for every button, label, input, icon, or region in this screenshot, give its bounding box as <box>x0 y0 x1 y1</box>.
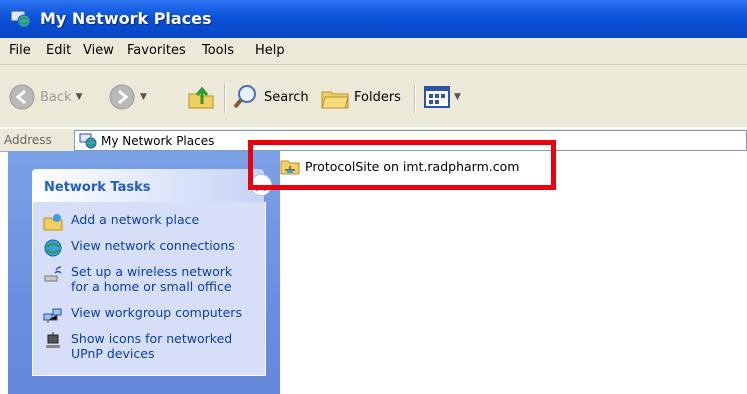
back-button[interactable]: Back ▼ <box>8 81 82 113</box>
network-tasks-list: Add a network place View network connect… <box>32 202 266 376</box>
task-setup-wireless-network[interactable]: Set up a wireless network for a home or … <box>43 264 251 294</box>
menu-bar: File Edit View Favorites Tools Help <box>0 38 747 65</box>
task-view-workgroup-computers[interactable]: View workgroup computers <box>43 305 251 324</box>
back-dropdown-icon[interactable]: ▼ <box>76 92 83 102</box>
up-button[interactable] <box>186 81 216 113</box>
up-folder-icon <box>188 86 214 109</box>
network-places-icon <box>10 9 32 29</box>
network-connections-icon <box>44 239 62 257</box>
toolbar: Back ▼ ▼ Search Folders ▼ <box>0 65 747 127</box>
menu-favorites[interactable]: Favorites <box>127 43 186 58</box>
task-view-network-connections[interactable]: View network connections <box>43 238 251 257</box>
menu-edit[interactable]: Edit <box>46 43 71 58</box>
window-title: My Network Places <box>40 9 212 28</box>
highlight-annotation <box>248 140 556 190</box>
menu-view[interactable]: View <box>83 43 114 58</box>
add-network-place-icon <box>43 214 63 231</box>
views-icon <box>424 86 450 108</box>
workgroup-computers-icon <box>43 308 62 323</box>
search-button[interactable]: Search <box>232 81 309 113</box>
menu-help[interactable]: Help <box>255 43 285 58</box>
task-add-network-place[interactable]: Add a network place <box>43 212 251 231</box>
folders-icon <box>321 91 349 109</box>
address-label: Address <box>4 133 52 147</box>
menu-file[interactable]: File <box>9 43 31 58</box>
forward-dropdown-icon[interactable]: ▼ <box>140 92 147 102</box>
task-show-upnp-icons[interactable]: Show icons for networked UPnP devices <box>43 331 251 361</box>
address-value: My Network Places <box>101 133 215 148</box>
forward-arrow-icon <box>109 84 135 110</box>
network-places-icon <box>79 133 97 148</box>
search-icon <box>233 85 256 109</box>
network-tasks-title: Network Tasks <box>44 180 151 195</box>
forward-button[interactable]: ▼ <box>108 81 147 113</box>
views-button[interactable]: ▼ <box>424 81 461 113</box>
folders-button[interactable]: Folders <box>320 81 401 113</box>
task-pane: Network Tasks ︽ Add a network place View… <box>8 151 280 394</box>
back-arrow-icon <box>9 84 35 110</box>
views-dropdown-icon[interactable]: ▼ <box>454 92 461 102</box>
upnp-devices-icon <box>46 332 60 348</box>
menu-tools[interactable]: Tools <box>202 43 234 58</box>
network-tasks-header[interactable]: Network Tasks ︽ <box>32 169 272 202</box>
network-tasks-panel: Network Tasks ︽ Add a network place View… <box>32 169 272 376</box>
title-bar[interactable]: My Network Places <box>0 0 747 38</box>
wireless-network-icon <box>44 266 62 282</box>
